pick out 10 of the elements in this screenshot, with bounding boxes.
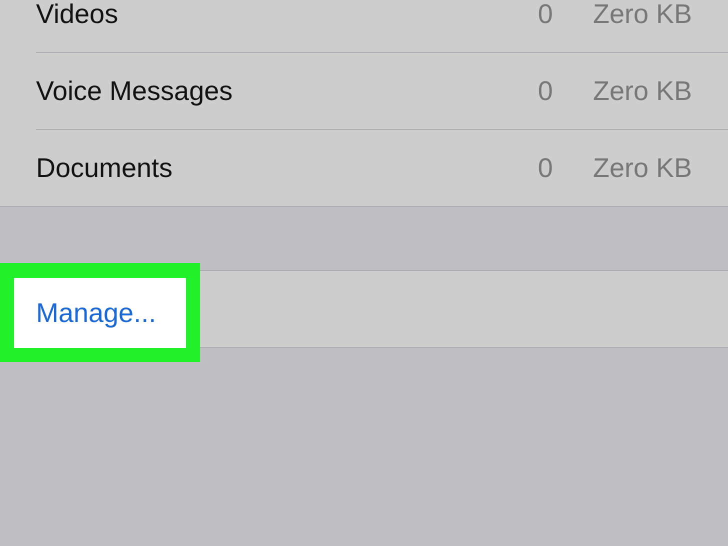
storage-size: Zero KB — [592, 76, 692, 106]
category-name: Voice Messages — [36, 76, 234, 106]
storage-size: Zero KB — [592, 152, 692, 184]
category-name: Documents — [36, 152, 174, 184]
item-count: 0 — [536, 0, 553, 30]
storage-size: Zero KB — [592, 0, 692, 30]
item-count: 0 — [536, 76, 553, 106]
category-name: Videos — [36, 0, 120, 30]
item-count: 0 — [536, 152, 553, 184]
manage-link[interactable]: Manage... — [14, 298, 156, 328]
